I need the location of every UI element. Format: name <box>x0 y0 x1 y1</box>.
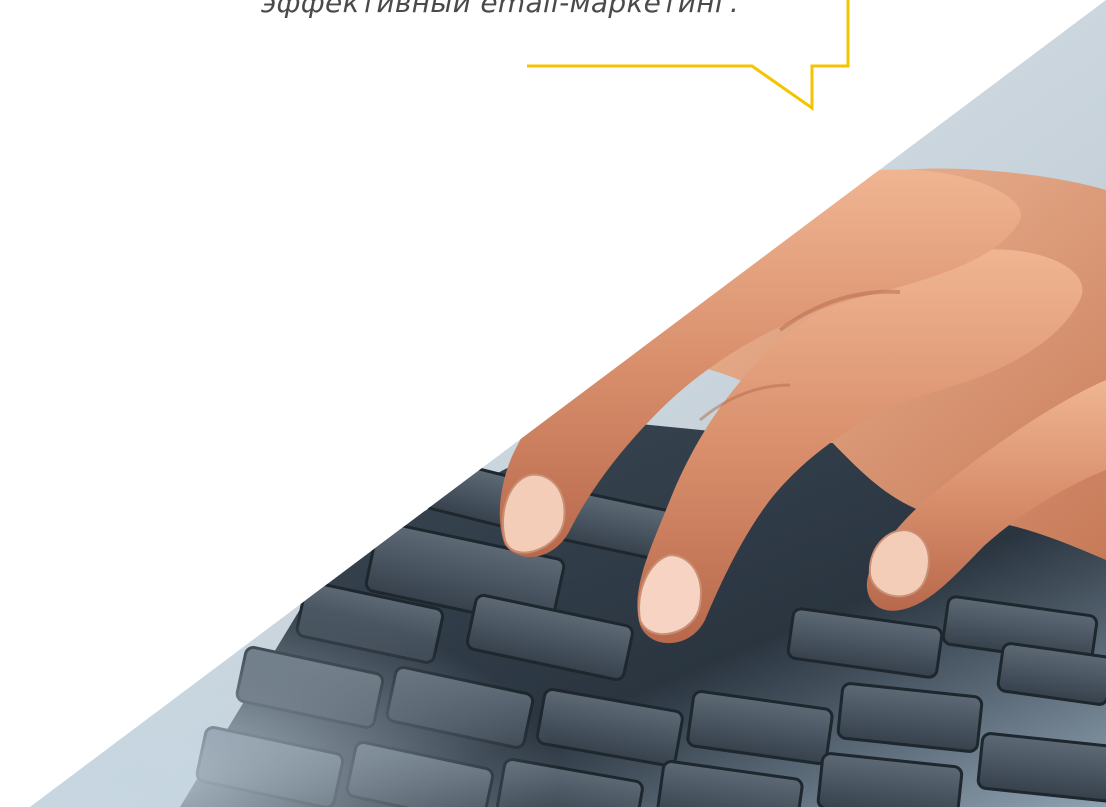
hand-typing-keyboard-photo <box>30 0 1106 807</box>
quote-text: эффективный email-маркетинг. <box>260 0 740 19</box>
banner: эффективный email-маркетинг. <box>0 0 1106 807</box>
